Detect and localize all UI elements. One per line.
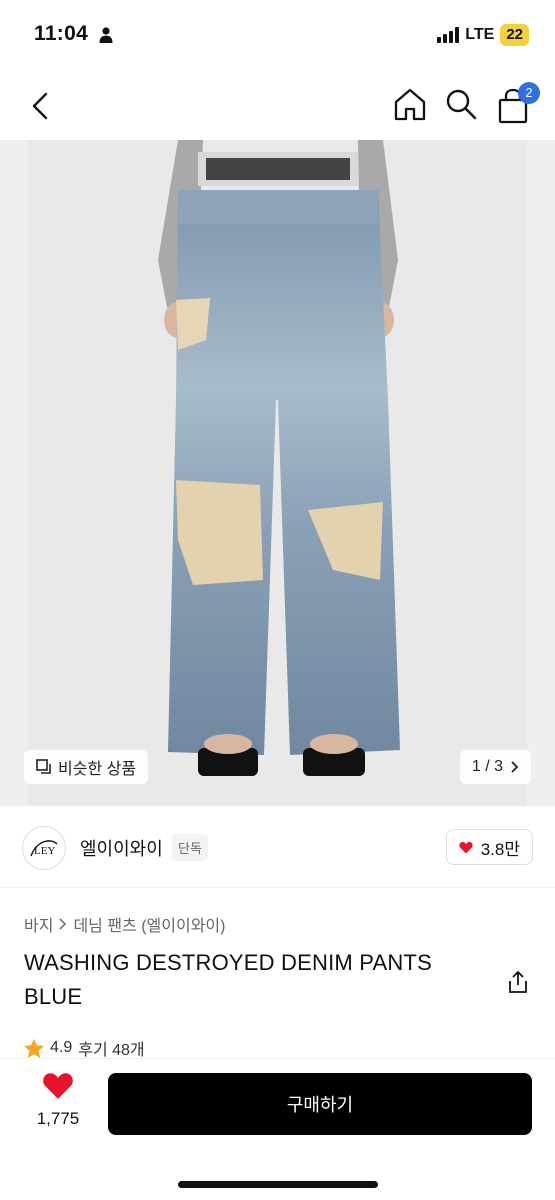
wishlist-count: 1,775 <box>36 1109 80 1128</box>
breadcrumb-category[interactable]: 바지 <box>24 912 53 936</box>
jeans-illustration <box>158 140 400 776</box>
top-nav: 2 <box>0 72 555 140</box>
copy-icon <box>36 759 51 774</box>
search-icon[interactable] <box>444 86 478 122</box>
chevron-right-icon <box>59 918 67 930</box>
brand-logo-icon: LEY <box>30 840 58 857</box>
buy-button[interactable]: 구매하기 <box>108 1073 532 1135</box>
signal-icon <box>437 27 460 43</box>
cart-count-badge: 2 <box>518 82 540 104</box>
seller-name[interactable]: 엘이이와이 <box>80 835 163 861</box>
seller-like-button[interactable]: 3.8만 <box>445 829 533 865</box>
heart-icon <box>459 841 473 853</box>
rating-row[interactable]: 4.9 후기 48개 <box>24 1036 145 1060</box>
seller-row: LEY 엘이이와이 단독 3.8만 <box>0 806 555 888</box>
star-icon <box>24 1038 44 1058</box>
status-time: 11:04 <box>34 22 89 45</box>
exclusive-tag: 단독 <box>172 834 208 861</box>
heart-icon <box>43 1073 73 1099</box>
back-icon[interactable] <box>26 88 56 124</box>
home-icon[interactable] <box>392 86 428 122</box>
rating-score: 4.9 <box>50 1039 73 1056</box>
wishlist-button[interactable]: 1,775 <box>30 1071 86 1141</box>
person-icon <box>99 27 113 43</box>
breadcrumb-subcategory[interactable]: 데님 팬츠 (엘이이와이) <box>73 912 225 936</box>
home-indicator <box>178 1181 378 1188</box>
similar-products-label: 비슷한 상품 <box>58 761 137 778</box>
share-icon[interactable] <box>507 970 529 994</box>
battery-indicator: 22 <box>500 24 529 46</box>
product-image-gallery[interactable]: 비슷한 상품 1 / 3 <box>0 140 555 806</box>
review-count: 후기 48개 <box>78 1042 145 1059</box>
similar-products-button[interactable]: 비슷한 상품 <box>24 750 149 784</box>
svg-text:LEY: LEY <box>34 845 55 857</box>
seller-like-count: 3.8만 <box>480 839 520 859</box>
cart-button[interactable]: 2 <box>494 82 540 126</box>
image-pager[interactable]: 1 / 3 <box>459 750 531 784</box>
product-image <box>28 140 527 806</box>
network-label: LTE <box>465 26 495 43</box>
image-pager-count: 1 / 3 <box>471 758 503 775</box>
product-title: WASHING DESTROYED DENIM PANTS BLUE <box>24 950 432 1009</box>
status-bar: 11:04 LTE 22 <box>0 0 555 72</box>
seller-logo[interactable]: LEY <box>22 826 66 870</box>
breadcrumb: 바지 데님 팬츠 (엘이이와이) <box>24 912 225 936</box>
status-indicators: LTE 22 <box>437 24 529 46</box>
bottom-action-bar: 1,775 구매하기 <box>0 1058 555 1200</box>
chevron-right-icon <box>511 761 519 773</box>
